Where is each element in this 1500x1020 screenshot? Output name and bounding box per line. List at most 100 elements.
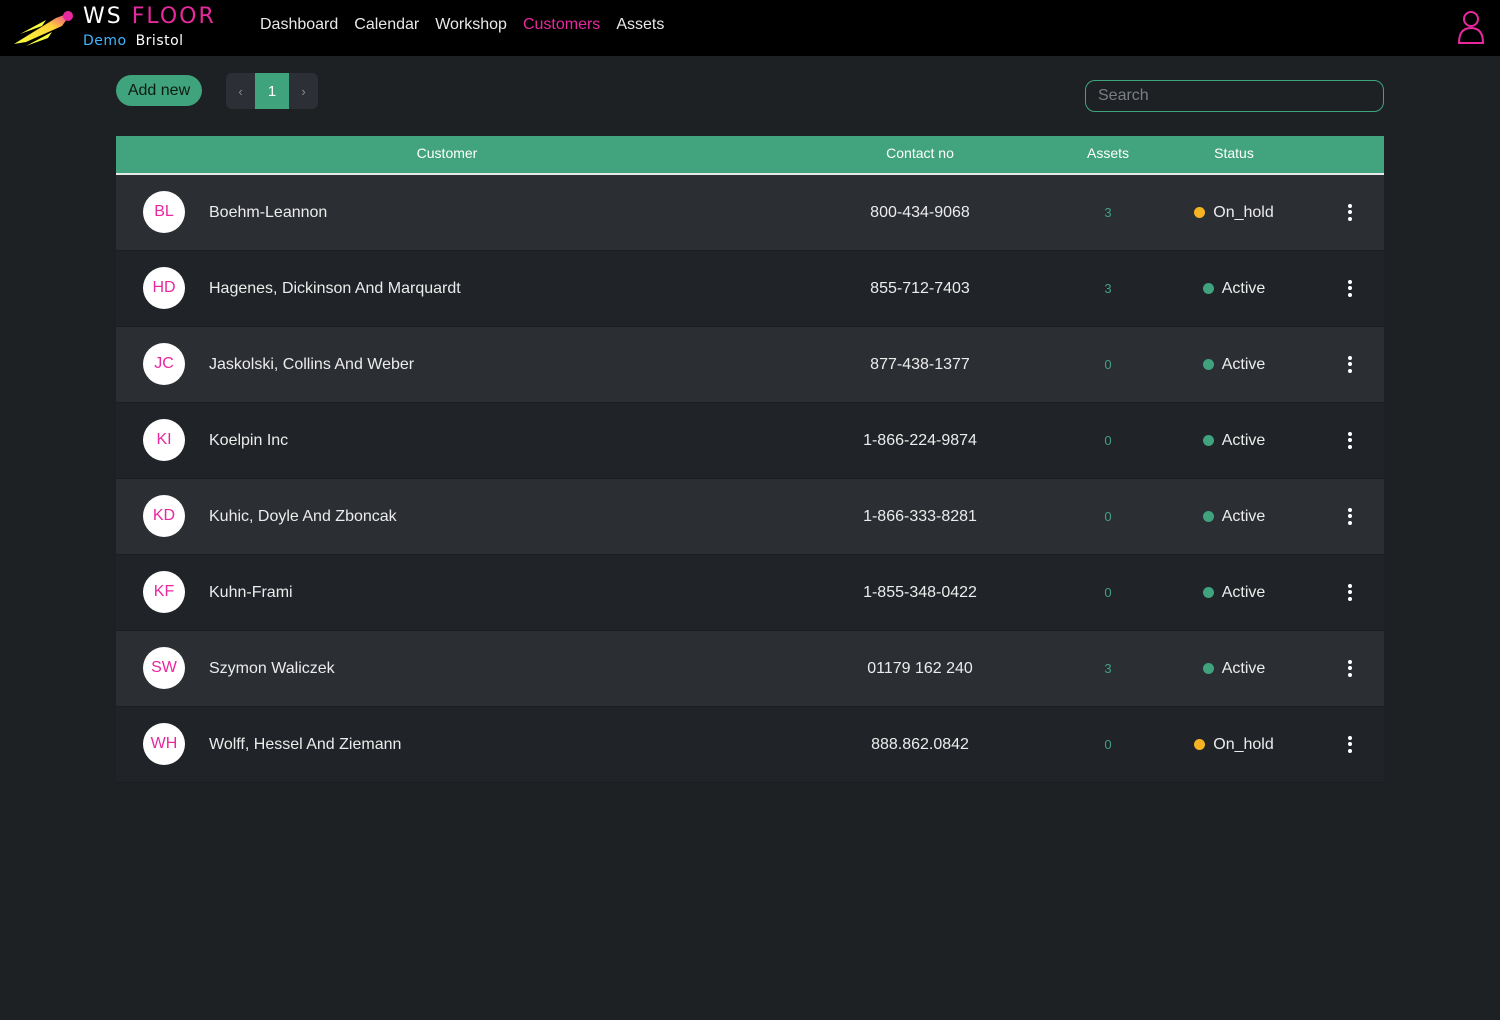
comet-logo-icon[interactable] xyxy=(12,8,76,48)
kebab-menu-icon[interactable] xyxy=(1340,581,1360,603)
table-row[interactable]: KF Kuhn-Frami 1-855-348-0422 0 Active xyxy=(116,555,1384,631)
customer-name[interactable]: Boehm-Leannon xyxy=(209,175,327,250)
avatar: KI xyxy=(143,419,185,461)
header-assets[interactable]: Assets xyxy=(1056,136,1160,173)
header-status[interactable]: Status xyxy=(1174,136,1294,173)
status-label: On_hold xyxy=(1213,203,1274,221)
table-row[interactable]: JC Jaskolski, Collins And Weber 877-438-13… xyxy=(116,327,1384,403)
kebab-menu-icon[interactable] xyxy=(1340,201,1360,223)
status-dot-icon xyxy=(1202,359,1214,370)
brand-location: Bristol xyxy=(135,33,184,49)
assets-count: 0 xyxy=(1104,737,1112,752)
avatar: SW xyxy=(143,647,185,689)
brand-name[interactable]: WS FLOOR xyxy=(83,4,216,29)
nav-item-workshop[interactable]: Workshop xyxy=(435,16,507,34)
status-dot-icon xyxy=(1202,283,1214,294)
table-row[interactable]: WH Wolff, Hessel And Ziemann 888.862.0842 0… xyxy=(116,707,1384,783)
assets-count: 3 xyxy=(1104,661,1112,676)
table-header: Customer Contact no Assets Status xyxy=(116,136,1384,175)
brand-floor: FLOOR xyxy=(131,4,216,29)
status-label: Active xyxy=(1221,507,1266,525)
customer-name[interactable]: Jaskolski, Collins And Weber xyxy=(209,327,414,402)
table-row[interactable]: KI Koelpin Inc 1-866-224-9874 0 Active xyxy=(116,403,1384,479)
add-new-button[interactable]: Add new xyxy=(116,75,202,106)
status-label: Active xyxy=(1221,355,1266,373)
contact-number: 01179 162 240 xyxy=(867,660,973,677)
contact-number: 855-712-7403 xyxy=(870,280,970,297)
status-badge: Active xyxy=(1174,631,1294,706)
header-customer[interactable]: Customer xyxy=(116,136,778,173)
status-label: Active xyxy=(1221,583,1266,601)
status-badge: Active xyxy=(1174,479,1294,554)
customer-name[interactable]: Koelpin Inc xyxy=(209,403,288,478)
customer-name[interactable]: Hagenes, Dickinson And Marquardt xyxy=(209,251,461,326)
kebab-menu-icon[interactable] xyxy=(1340,733,1360,755)
assets-count: 0 xyxy=(1104,509,1112,524)
status-label: On_hold xyxy=(1213,735,1274,753)
contact-number: 877-438-1377 xyxy=(870,356,970,373)
customers-table: Customer Contact no Assets Status BL Boeh… xyxy=(116,136,1384,783)
page-number-button[interactable]: 1 xyxy=(255,73,289,109)
status-dot-icon xyxy=(1202,663,1214,674)
status-label: Active xyxy=(1221,279,1266,297)
nav-item-calendar[interactable]: Calendar xyxy=(354,16,419,34)
status-dot-icon xyxy=(1194,739,1206,750)
nav-item-assets[interactable]: Assets xyxy=(616,16,664,34)
contact-number: 888.862.0842 xyxy=(871,736,969,753)
pagination: ‹ 1 › xyxy=(226,73,318,109)
status-label: Active xyxy=(1221,659,1266,677)
contact-number: 1-855-348-0422 xyxy=(863,584,977,601)
kebab-menu-icon[interactable] xyxy=(1340,353,1360,375)
avatar: KF xyxy=(143,571,185,613)
brand-subtitle: Demo Bristol xyxy=(83,33,184,49)
nav-item-dashboard[interactable]: Dashboard xyxy=(260,16,338,34)
assets-count: 0 xyxy=(1104,585,1112,600)
nav-item-customers[interactable]: Customers xyxy=(523,16,600,34)
assets-count: 0 xyxy=(1104,433,1112,448)
status-badge: Active xyxy=(1174,327,1294,402)
status-dot-icon xyxy=(1202,587,1214,598)
main-nav: Dashboard Calendar Workshop Customers As… xyxy=(260,16,664,34)
assets-count: 0 xyxy=(1104,357,1112,372)
assets-count: 3 xyxy=(1104,281,1112,296)
kebab-menu-icon[interactable] xyxy=(1340,429,1360,451)
next-page-button[interactable]: › xyxy=(289,73,318,109)
search-input[interactable] xyxy=(1085,80,1384,112)
table-body: BL Boehm-Leannon 800-434-9068 3 On_hold HD Hag… xyxy=(116,175,1384,783)
avatar: BL xyxy=(143,191,185,233)
table-row[interactable]: SW Szymon Waliczek 01179 162 240 3 Active xyxy=(116,631,1384,707)
status-dot-icon xyxy=(1202,435,1214,446)
prev-page-button[interactable]: ‹ xyxy=(226,73,255,109)
avatar: KD xyxy=(143,495,185,537)
kebab-menu-icon[interactable] xyxy=(1340,505,1360,527)
avatar: JC xyxy=(143,343,185,385)
status-badge: Active xyxy=(1174,403,1294,478)
contact-number: 800-434-9068 xyxy=(870,204,970,221)
customer-name[interactable]: Kuhic, Doyle And Zboncak xyxy=(209,479,397,554)
customer-name[interactable]: Wolff, Hessel And Ziemann xyxy=(209,707,401,782)
status-dot-icon xyxy=(1202,511,1214,522)
kebab-menu-icon[interactable] xyxy=(1340,277,1360,299)
assets-count: 3 xyxy=(1104,205,1112,220)
top-navbar: WS FLOOR Demo Bristol Dashboard Calendar… xyxy=(0,0,1500,56)
status-badge: On_hold xyxy=(1174,175,1294,250)
table-row[interactable]: HD Hagenes, Dickinson And Marquardt 855-71… xyxy=(116,251,1384,327)
status-badge: On_hold xyxy=(1174,707,1294,782)
user-icon[interactable] xyxy=(1457,10,1485,44)
contact-number: 1-866-333-8281 xyxy=(863,508,977,525)
customer-name[interactable]: Szymon Waliczek xyxy=(209,631,335,706)
brand-ws: WS xyxy=(83,4,123,29)
avatar: WH xyxy=(143,723,185,765)
table-row[interactable]: BL Boehm-Leannon 800-434-9068 3 On_hold xyxy=(116,175,1384,251)
brand-demo: Demo xyxy=(83,33,127,49)
avatar: HD xyxy=(143,267,185,309)
status-dot-icon xyxy=(1194,207,1206,218)
status-label: Active xyxy=(1221,431,1266,449)
status-badge: Active xyxy=(1174,251,1294,326)
table-row[interactable]: KD Kuhic, Doyle And Zboncak 1-866-333-8281… xyxy=(116,479,1384,555)
customer-name[interactable]: Kuhn-Frami xyxy=(209,555,293,630)
kebab-menu-icon[interactable] xyxy=(1340,657,1360,679)
header-contact[interactable]: Contact no xyxy=(808,136,1032,173)
status-badge: Active xyxy=(1174,555,1294,630)
contact-number: 1-866-224-9874 xyxy=(863,432,977,449)
